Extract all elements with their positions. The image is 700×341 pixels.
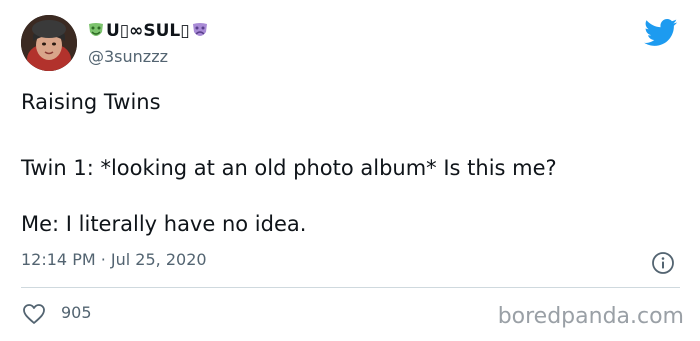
heart-icon[interactable] xyxy=(22,303,46,325)
info-icon[interactable] xyxy=(651,251,675,275)
display-name[interactable]: U▯∞SUL▯ xyxy=(88,19,208,43)
green-comedy-mask-icon xyxy=(89,23,103,36)
tweet-text-line-3: Me: I literally have no idea. xyxy=(21,212,307,236)
purple-tragedy-mask-icon xyxy=(192,23,207,36)
user-handle[interactable]: @3sunzzz xyxy=(88,46,168,68)
display-name-text: U▯∞SUL▯ xyxy=(106,21,190,41)
avatar[interactable] xyxy=(21,15,77,71)
tweet-timestamp[interactable]: 12:14 PM · Jul 25, 2020 xyxy=(21,249,207,271)
twitter-bird-icon[interactable] xyxy=(644,19,678,47)
tweet-text-line-2: Twin 1: *looking at an old photo album* … xyxy=(21,156,557,180)
divider xyxy=(21,287,680,288)
watermark: boredpanda.com xyxy=(497,304,684,329)
tweet-text-line-1: Raising Twins xyxy=(21,90,161,114)
like-count: 905 xyxy=(61,303,92,322)
avatar-image xyxy=(21,15,77,71)
